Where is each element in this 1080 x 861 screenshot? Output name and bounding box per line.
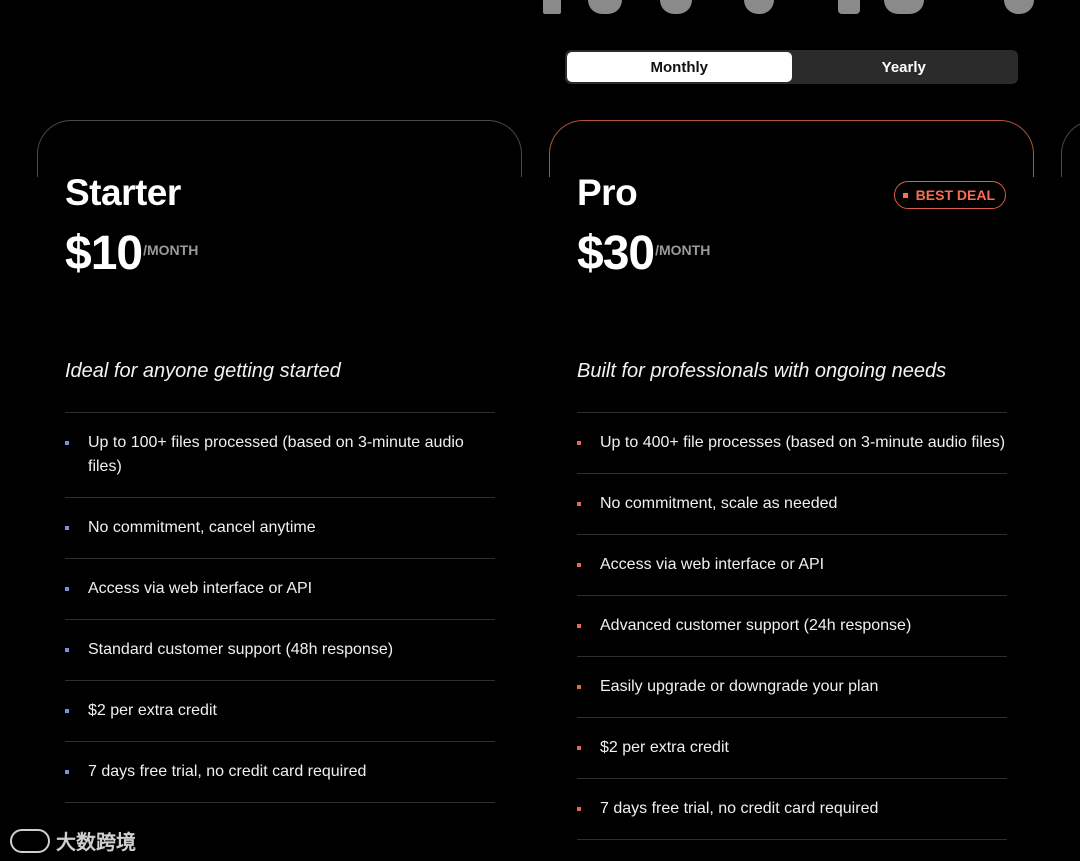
feature-text: Access via web interface or API [600,556,825,573]
heading-glyph-fragment [660,0,692,14]
bullet-icon [577,441,581,445]
plan-name: Pro [577,172,638,213]
feature-text: 7 days free trial, no credit card requir… [88,763,367,780]
heading-glyph-fragment [838,0,860,14]
feature-item: Easily upgrade or downgrade your plan [577,657,1007,718]
plan-tagline: Ideal for anyone getting started [65,360,341,382]
watermark-text: 大数跨境 [56,832,136,854]
bullet-icon [65,441,69,445]
heading-glyph-fragment [588,0,622,14]
watermark-logo-icon [10,828,50,853]
heading-glyph-fragment [744,0,774,14]
bullet-icon [65,587,69,591]
bullet-icon [65,770,69,774]
feature-item: Standard customer support (48h response) [65,620,495,681]
bullet-icon [577,746,581,750]
badge-label: BEST DEAL [915,187,995,203]
bullet-icon [65,526,69,530]
feature-text: Standard customer support (48h response) [88,641,394,658]
feature-text: 7 days free trial, no credit card requir… [600,800,879,817]
watermark: 大数跨境 [10,826,136,855]
heading-glyph-fragment [1004,0,1034,14]
feature-item: No commitment, scale as needed [577,474,1007,535]
feature-text: Up to 100+ files processed (based on 3-m… [88,434,464,475]
badge-dot-icon [902,192,908,198]
feature-list: Up to 100+ files processed (based on 3-m… [65,412,495,803]
plan-card-starter: Starter $10 /MONTH Ideal for anyone gett… [37,120,522,861]
feature-list: Up to 400+ file processes (based on 3-mi… [577,412,1007,840]
plan-price: $30 [577,227,655,280]
plan-name: Starter [65,172,181,213]
bullet-icon [65,709,69,713]
pricing-page: Monthly Yearly Starter $10 /MONTH Ideal … [0,0,1080,861]
feature-item: $2 per extra credit [577,718,1007,779]
feature-text: $2 per extra credit [88,702,217,719]
feature-item: Up to 400+ file processes (based on 3-mi… [577,413,1007,474]
feature-item: 7 days free trial, no credit card requir… [577,779,1007,840]
feature-item: $2 per extra credit [65,681,495,742]
bullet-icon [577,563,581,567]
feature-text: No commitment, scale as needed [600,495,838,512]
feature-text: $2 per extra credit [600,739,729,756]
price-row: $30 /MONTH [577,224,710,284]
plan-card-pro: Pro BEST DEAL $30 /MONTH Built for profe… [549,120,1034,861]
heading-glyph-fragment [884,0,924,14]
plan-card-next [1061,120,1080,861]
feature-item: No commitment, cancel anytime [65,498,495,559]
price-period: /MONTH [655,242,711,258]
heading-glyph-fragment [543,0,561,14]
feature-text: Advanced customer support (24h response) [600,617,912,634]
feature-text: Up to 400+ file processes (based on 3-mi… [600,434,1006,451]
feature-item: Up to 100+ files processed (based on 3-m… [65,413,495,498]
bullet-icon [65,648,69,652]
feature-text: No commitment, cancel anytime [88,519,316,536]
feature-item: Access via web interface or API [577,535,1007,596]
feature-item: 7 days free trial, no credit card requir… [65,742,495,803]
feature-item: Access via web interface or API [65,559,495,620]
yearly-option[interactable]: Yearly [792,52,1017,82]
bullet-icon [577,624,581,628]
best-deal-badge: BEST DEAL [893,181,1006,209]
bullet-icon [577,685,581,689]
feature-text: Easily upgrade or downgrade your plan [600,678,879,695]
feature-text: Access via web interface or API [88,580,313,597]
bullet-icon [577,807,581,811]
monthly-option[interactable]: Monthly [567,52,792,82]
price-row: $10 /MONTH [65,224,198,284]
plan-price: $10 [65,227,143,280]
price-period: /MONTH [143,242,199,258]
plan-tagline: Built for professionals with ongoing nee… [577,360,947,382]
bullet-icon [577,502,581,506]
cropped-heading [0,0,1080,20]
feature-item: Advanced customer support (24h response) [577,596,1007,657]
billing-toggle[interactable]: Monthly Yearly [565,50,1018,84]
